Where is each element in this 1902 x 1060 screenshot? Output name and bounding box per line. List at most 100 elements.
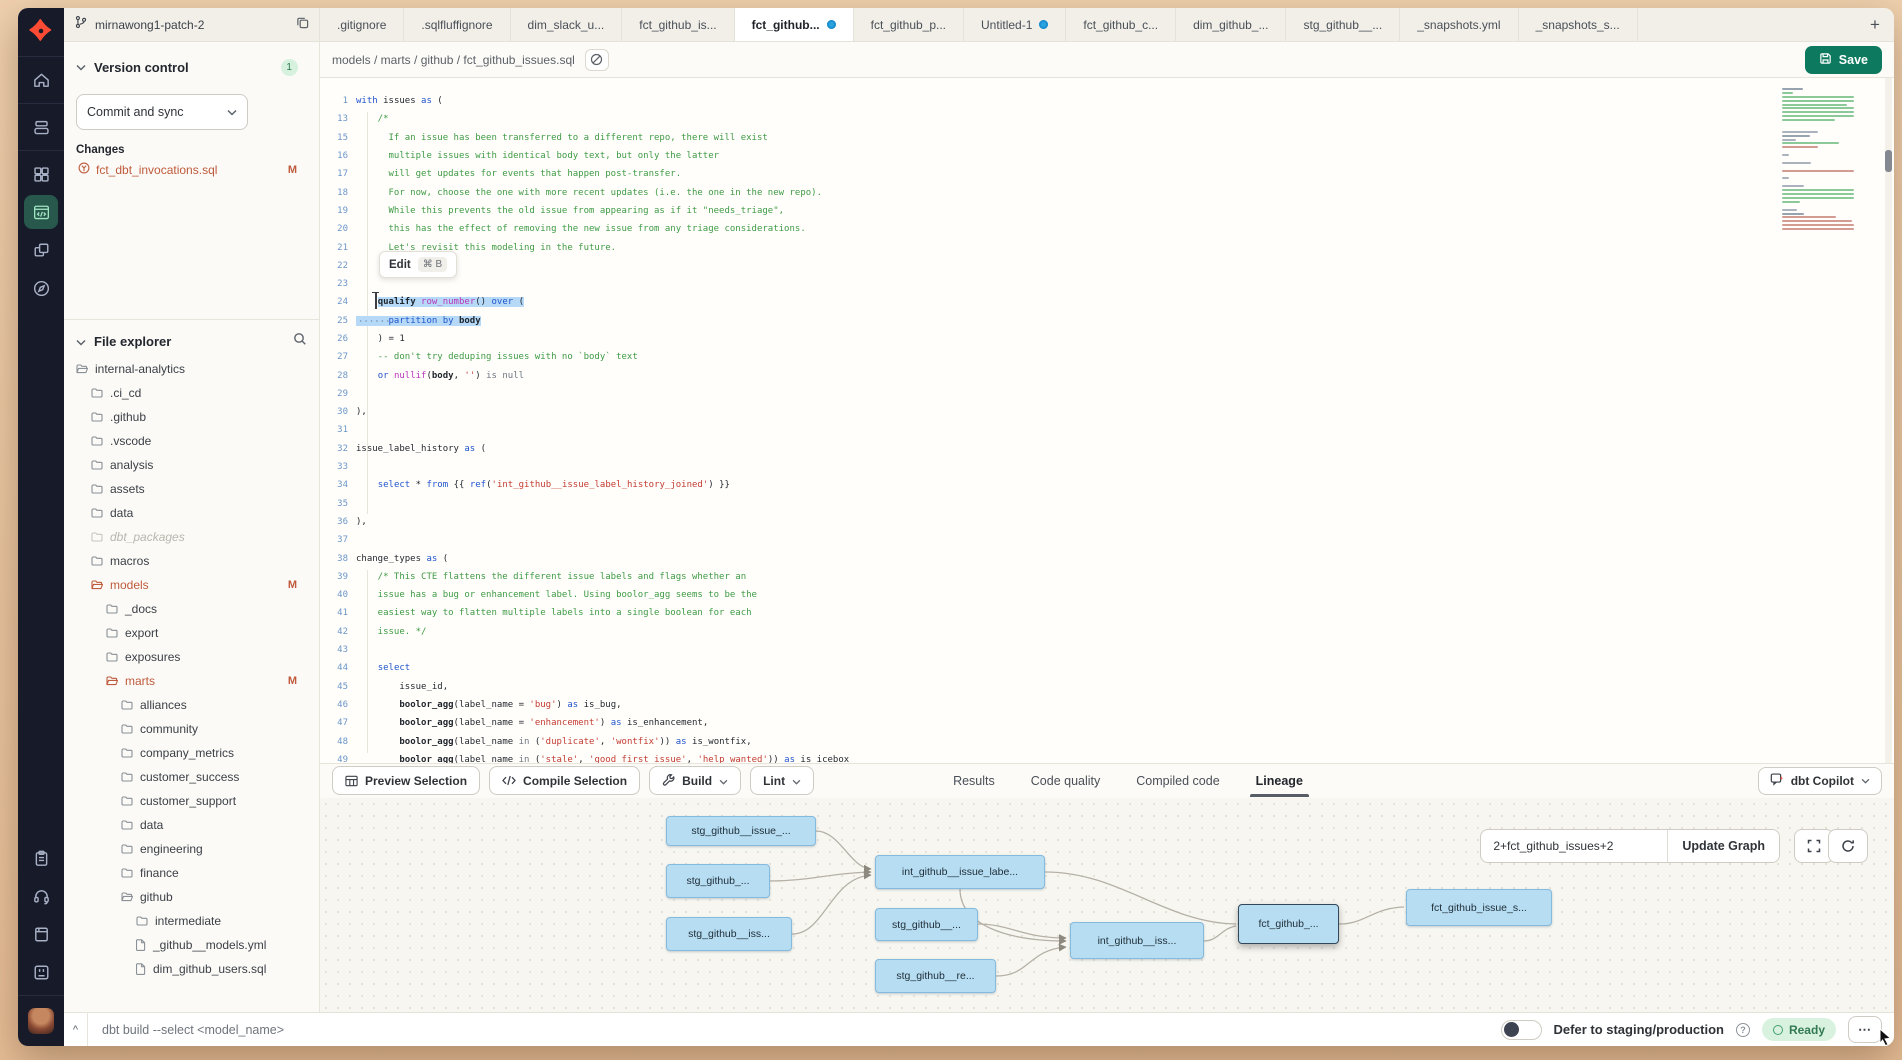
status-badge[interactable]: Ready — [1762, 1018, 1836, 1041]
file-tree-item[interactable]: customer_support — [64, 789, 319, 813]
file-tab[interactable]: stg_github__... — [1286, 8, 1400, 41]
explore-compass-icon[interactable] — [24, 271, 58, 305]
dashboard-icon[interactable] — [24, 157, 58, 191]
file-tree-item[interactable]: dim_github_users.sql — [64, 957, 319, 981]
file-tree-item[interactable]: .github — [64, 405, 319, 429]
defer-toggle[interactable] — [1501, 1020, 1542, 1040]
code-line[interactable]: 42 issue. */ — [320, 623, 1894, 641]
code-line[interactable]: 19 While this prevents the old issue fro… — [320, 202, 1894, 220]
file-tab[interactable]: _snapshots.yml — [1400, 8, 1518, 41]
file-tab[interactable]: dim_github_... — [1176, 8, 1286, 41]
commit-and-sync-dropdown[interactable]: Commit and sync — [76, 94, 248, 130]
code-line[interactable]: 20 this has the effect of removing the n… — [320, 220, 1894, 238]
code-line[interactable]: 36), — [320, 513, 1894, 531]
clipboard-icon[interactable] — [24, 841, 58, 875]
code-line[interactable]: 23 — [320, 275, 1894, 293]
save-button[interactable]: Save — [1805, 46, 1882, 74]
build-button[interactable]: Build — [649, 766, 741, 795]
code-line[interactable]: 45 issue_id, — [320, 678, 1894, 696]
code-line[interactable]: 15 If an issue has been transferred to a… — [320, 129, 1894, 147]
tab-code-quality[interactable]: Code quality — [1031, 764, 1101, 797]
compile-selection-button[interactable]: Compile Selection — [489, 766, 640, 795]
code-line[interactable]: 49 boolor_agg(label_name in ('stale', 'g… — [320, 751, 1894, 763]
code-line[interactable]: 28 or nullif(body, '') is null — [320, 366, 1894, 384]
code-line[interactable]: 18 For now, choose the one with more rec… — [320, 183, 1894, 201]
file-tab[interactable]: fct_github... — [735, 8, 854, 41]
expand-command-bar-button[interactable]: ^ — [64, 1013, 88, 1046]
lineage-node[interactable]: stg_github_... — [666, 864, 770, 898]
update-graph-button[interactable]: Update Graph — [1667, 830, 1779, 862]
code-line[interactable]: 31 — [320, 421, 1894, 439]
file-tree-item[interactable]: data — [64, 501, 319, 525]
code-line[interactable]: 38change_types as ( — [320, 549, 1894, 567]
dbt-command-input[interactable] — [88, 1023, 1501, 1037]
lineage-selector-input[interactable] — [1481, 830, 1667, 862]
file-tree-item[interactable]: _docs — [64, 597, 319, 621]
code-line[interactable]: 43 — [320, 641, 1894, 659]
code-line[interactable]: 35 — [320, 495, 1894, 513]
code-line[interactable]: 32issue_label_history as ( — [320, 440, 1894, 458]
file-tree-item[interactable]: company_metrics — [64, 741, 319, 765]
ide-editor-icon[interactable] — [24, 195, 58, 229]
no-docs-icon[interactable] — [585, 49, 609, 71]
file-tree-item[interactable]: _github__models.yml — [64, 933, 319, 957]
editor-minimap[interactable] — [1782, 88, 1856, 232]
file-tree-item[interactable]: engineering — [64, 837, 319, 861]
file-tab[interactable]: Untitled-1 — [964, 8, 1066, 41]
lineage-node[interactable]: stg_github__re... — [875, 959, 996, 993]
file-tab[interactable]: .sqlfluffignore — [404, 8, 510, 41]
orchestration-icon[interactable] — [24, 233, 58, 267]
file-tree-item[interactable]: export — [64, 621, 319, 645]
file-tree-item[interactable]: internal-analytics — [64, 357, 319, 381]
file-tree-item[interactable]: data — [64, 813, 319, 837]
code-line[interactable]: 41 easiest way to flatten multiple label… — [320, 604, 1894, 622]
tab-lineage[interactable]: Lineage — [1256, 764, 1303, 797]
version-control-header[interactable]: Version control 1 — [64, 42, 319, 86]
code-line[interactable]: 39 /* This CTE flattens the different is… — [320, 568, 1894, 586]
refresh-graph-button[interactable] — [1828, 829, 1868, 863]
code-line[interactable]: 47 boolor_agg(label_name = 'enhancement'… — [320, 714, 1894, 732]
lineage-node[interactable]: stg_github__iss... — [666, 917, 792, 951]
jobs-icon[interactable] — [24, 110, 58, 144]
lineage-node[interactable]: fct_github_... — [1238, 904, 1339, 944]
code-line[interactable]: 24 qualify row_number() over ( — [320, 293, 1894, 311]
file-explorer-header[interactable]: File explorer — [64, 320, 319, 357]
code-line[interactable]: 22 — [320, 257, 1894, 275]
editor-scrollbar-thumb[interactable] — [1885, 150, 1892, 172]
code-line[interactable]: 44 select — [320, 659, 1894, 677]
file-tree-item[interactable]: finance — [64, 861, 319, 885]
editor-scrollbar[interactable] — [1885, 78, 1892, 763]
search-icon[interactable] — [293, 332, 307, 351]
file-tree-item[interactable]: customer_success — [64, 765, 319, 789]
code-line[interactable]: 21 Let's revisit this modeling in the fu… — [320, 238, 1894, 256]
file-tree-item[interactable]: exposures — [64, 645, 319, 669]
more-options-button[interactable]: ⋯ — [1848, 1016, 1882, 1043]
file-tree-item[interactable]: modelsM — [64, 573, 319, 597]
file-tab[interactable]: fct_github_c... — [1066, 8, 1176, 41]
code-line[interactable]: 25 partition by body — [320, 312, 1894, 330]
lint-button[interactable]: Lint — [750, 766, 814, 795]
lineage-node[interactable]: int_github__issue_labe... — [875, 855, 1045, 889]
keyboard-shortcuts-icon[interactable] — [24, 955, 58, 989]
changed-file-row[interactable]: fct_dbt_invocations.sql M — [78, 162, 307, 177]
code-line[interactable]: 37 — [320, 531, 1894, 549]
file-tree-item[interactable]: .vscode — [64, 429, 319, 453]
file-tree-item[interactable]: .ci_cd — [64, 381, 319, 405]
support-headset-icon[interactable] — [24, 879, 58, 913]
tab-compiled-code[interactable]: Compiled code — [1136, 764, 1219, 797]
lineage-node[interactable]: fct_github_issue_s... — [1406, 889, 1552, 926]
help-icon[interactable]: ? — [1736, 1023, 1750, 1037]
code-line[interactable]: 34 select * from {{ ref('int_github__iss… — [320, 476, 1894, 494]
file-tab[interactable]: .gitignore — [320, 8, 404, 41]
docs-icon[interactable] — [24, 917, 58, 951]
code-line[interactable]: 26 ) = 1 — [320, 330, 1894, 348]
code-line[interactable]: 17 will get updates for events that happ… — [320, 165, 1894, 183]
code-line[interactable]: 1with issues as ( — [320, 92, 1894, 110]
file-tree-item[interactable]: community — [64, 717, 319, 741]
lineage-node[interactable]: stg_github__issue_... — [666, 816, 816, 846]
code-line[interactable]: 30), — [320, 403, 1894, 421]
code-line[interactable]: 40 issue has a bug or enhancement label.… — [320, 586, 1894, 604]
file-tree-item[interactable]: assets — [64, 477, 319, 501]
file-tab[interactable]: fct_github_p... — [854, 8, 964, 41]
dbt-copilot-button[interactable]: dbt Copilot — [1758, 767, 1882, 795]
